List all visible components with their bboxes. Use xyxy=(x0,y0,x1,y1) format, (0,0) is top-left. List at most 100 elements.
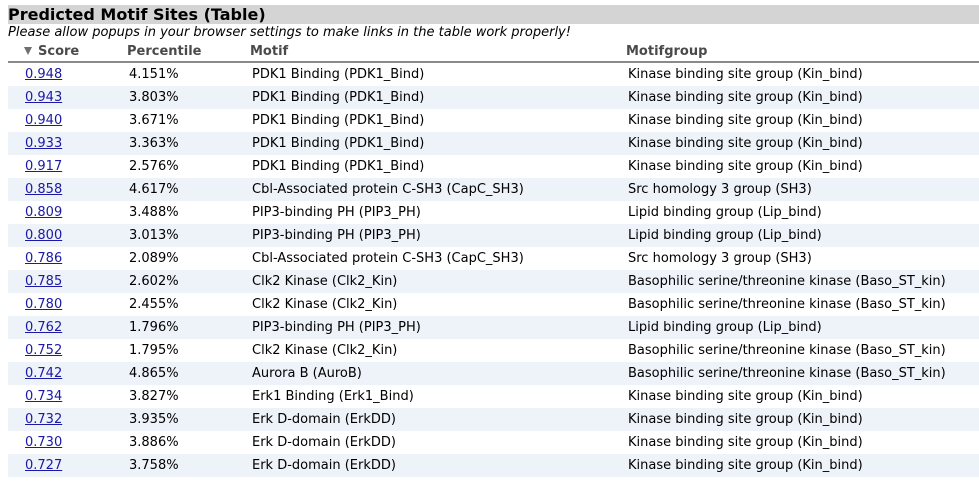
percentile-cell: 1.795% xyxy=(129,343,179,358)
column-header-motif[interactable]: Motif xyxy=(250,42,288,61)
motif-cell: PDK1 Binding (PDK1_Bind) xyxy=(252,90,425,105)
column-header-score[interactable]: Score xyxy=(24,42,79,61)
motifgroup-cell: Kinase binding site group (Kin_bind) xyxy=(628,159,863,174)
table-row: 0.940 3.671% PDK1 Binding (PDK1_Bind) Kinas… xyxy=(8,109,979,132)
score-link[interactable]: 0.809 xyxy=(25,201,62,224)
percentile-cell: 2.602% xyxy=(129,274,179,289)
score-link[interactable]: 0.948 xyxy=(25,63,62,86)
table-row: 0.730 3.886% Erk D-domain (ErkDD) Kinase bi… xyxy=(8,431,979,454)
percentile-cell: 3.671% xyxy=(129,113,179,128)
column-header-motifgroup[interactable]: Motifgroup xyxy=(626,42,707,61)
score-link[interactable]: 0.762 xyxy=(25,316,62,339)
popup-notice: Please allow popups in your browser sett… xyxy=(8,25,571,40)
motif-cell: PIP3-binding PH (PIP3_PH) xyxy=(252,205,421,220)
motifgroup-cell: Basophilic serine/threonine kinase (Baso… xyxy=(628,343,946,358)
percentile-cell: 3.935% xyxy=(129,412,179,427)
motif-cell: Erk1 Binding (Erk1_Bind) xyxy=(252,389,414,404)
percentile-cell: 3.363% xyxy=(129,136,179,151)
score-link[interactable]: 0.732 xyxy=(25,408,62,431)
motif-cell: PIP3-binding PH (PIP3_PH) xyxy=(252,320,421,335)
sort-descending-icon xyxy=(24,47,32,55)
motif-cell: Clk2 Kinase (Clk2_Kin) xyxy=(252,343,398,358)
motif-cell: Aurora B (AuroB) xyxy=(252,366,362,381)
table-body: 0.948 4.151% PDK1 Binding (PDK1_Bind) Kinas… xyxy=(8,63,979,477)
motif-cell: Erk D-domain (ErkDD) xyxy=(252,435,396,450)
score-link[interactable]: 0.727 xyxy=(25,454,62,477)
motif-cell: PDK1 Binding (PDK1_Bind) xyxy=(252,67,425,82)
percentile-cell: 2.089% xyxy=(129,251,179,266)
percentile-cell: 3.758% xyxy=(129,458,179,473)
score-link[interactable]: 0.933 xyxy=(25,132,62,155)
percentile-cell: 4.617% xyxy=(129,182,179,197)
motifgroup-cell: Kinase binding site group (Kin_bind) xyxy=(628,136,863,151)
motif-cell: PDK1 Binding (PDK1_Bind) xyxy=(252,159,425,174)
table-row: 0.752 1.795% Clk2 Kinase (Clk2_Kin) Basophi… xyxy=(8,339,979,362)
score-link[interactable]: 0.917 xyxy=(25,155,62,178)
percentile-cell: 3.488% xyxy=(129,205,179,220)
motifgroup-cell: Kinase binding site group (Kin_bind) xyxy=(628,412,863,427)
motif-cell: PIP3-binding PH (PIP3_PH) xyxy=(252,228,421,243)
score-link[interactable]: 0.940 xyxy=(25,109,62,132)
score-link[interactable]: 0.800 xyxy=(25,224,62,247)
motif-cell: Erk D-domain (ErkDD) xyxy=(252,412,396,427)
motif-cell: PDK1 Binding (PDK1_Bind) xyxy=(252,136,425,151)
motifgroup-cell: Kinase binding site group (Kin_bind) xyxy=(628,458,863,473)
table-row: 0.762 1.796% PIP3-binding PH (PIP3_PH) Lipi… xyxy=(8,316,979,339)
table-row: 0.933 3.363% PDK1 Binding (PDK1_Bind) Kinas… xyxy=(8,132,979,155)
motifgroup-cell: Kinase binding site group (Kin_bind) xyxy=(628,435,863,450)
motifgroup-cell: Lipid binding group (Lip_bind) xyxy=(628,320,822,335)
score-link[interactable]: 0.742 xyxy=(25,362,62,385)
table-row: 0.727 3.758% Erk D-domain (ErkDD) Kinase bi… xyxy=(8,454,979,477)
score-link[interactable]: 0.858 xyxy=(25,178,62,201)
motif-cell: Cbl-Associated protein C-SH3 (CapC_SH3) xyxy=(252,182,524,197)
percentile-cell: 2.576% xyxy=(129,159,179,174)
motif-cell: Cbl-Associated protein C-SH3 (CapC_SH3) xyxy=(252,251,524,266)
table-header: Score Percentile Motif Motifgroup xyxy=(8,42,979,63)
score-link[interactable]: 0.786 xyxy=(25,247,62,270)
percentile-cell: 3.886% xyxy=(129,435,179,450)
table-row: 0.786 2.089% Cbl-Associated protein C-SH3 … xyxy=(8,247,979,270)
percentile-cell: 4.151% xyxy=(129,67,179,82)
score-link[interactable]: 0.752 xyxy=(25,339,62,362)
motif-cell: Clk2 Kinase (Clk2_Kin) xyxy=(252,297,398,312)
score-link[interactable]: 0.780 xyxy=(25,293,62,316)
motifgroup-cell: Kinase binding site group (Kin_bind) xyxy=(628,67,863,82)
motifgroup-cell: Lipid binding group (Lip_bind) xyxy=(628,205,822,220)
motifgroup-cell: Kinase binding site group (Kin_bind) xyxy=(628,90,863,105)
score-link[interactable]: 0.730 xyxy=(25,431,62,454)
percentile-cell: 1.796% xyxy=(129,320,179,335)
table-row: 0.948 4.151% PDK1 Binding (PDK1_Bind) Kinas… xyxy=(8,63,979,86)
table-row: 0.858 4.617% Cbl-Associated protein C-SH3 … xyxy=(8,178,979,201)
percentile-cell: 4.865% xyxy=(129,366,179,381)
score-link[interactable]: 0.943 xyxy=(25,86,62,109)
table-row: 0.732 3.935% Erk D-domain (ErkDD) Kinase bi… xyxy=(8,408,979,431)
motif-cell: Clk2 Kinase (Clk2_Kin) xyxy=(252,274,398,289)
score-link[interactable]: 0.734 xyxy=(25,385,62,408)
motifgroup-cell: Src homology 3 group (SH3) xyxy=(628,251,812,266)
table-row: 0.809 3.488% PIP3-binding PH (PIP3_PH) Lipi… xyxy=(8,201,979,224)
motifgroup-cell: Lipid binding group (Lip_bind) xyxy=(628,228,822,243)
motifgroup-cell: Basophilic serine/threonine kinase (Baso… xyxy=(628,274,946,289)
column-header-score-label: Score xyxy=(38,44,80,59)
percentile-cell: 3.827% xyxy=(129,389,179,404)
score-link[interactable]: 0.785 xyxy=(25,270,62,293)
motifgroup-cell: Kinase binding site group (Kin_bind) xyxy=(628,389,863,404)
motif-cell: Erk D-domain (ErkDD) xyxy=(252,458,396,473)
motifgroup-cell: Kinase binding site group (Kin_bind) xyxy=(628,113,863,128)
percentile-cell: 3.803% xyxy=(129,90,179,105)
table-row: 0.917 2.576% PDK1 Binding (PDK1_Bind) Kinas… xyxy=(8,155,979,178)
section-title-bar: Predicted Motif Sites (Table) xyxy=(8,5,979,24)
percentile-cell: 3.013% xyxy=(129,228,179,243)
column-header-percentile[interactable]: Percentile xyxy=(127,42,201,61)
table-row: 0.800 3.013% PIP3-binding PH (PIP3_PH) Lipi… xyxy=(8,224,979,247)
table-row: 0.742 4.865% Aurora B (AuroB) Basophilic se… xyxy=(8,362,979,385)
table-row: 0.943 3.803% PDK1 Binding (PDK1_Bind) Kinas… xyxy=(8,86,979,109)
percentile-cell: 2.455% xyxy=(129,297,179,312)
table-row: 0.785 2.602% Clk2 Kinase (Clk2_Kin) Basophi… xyxy=(8,270,979,293)
table-row: 0.780 2.455% Clk2 Kinase (Clk2_Kin) Basophi… xyxy=(8,293,979,316)
motif-sites-table: Score Percentile Motif Motifgroup 0.948 4… xyxy=(8,42,979,477)
page-title: Predicted Motif Sites (Table) xyxy=(8,5,266,24)
motifgroup-cell: Src homology 3 group (SH3) xyxy=(628,182,812,197)
table-row: 0.734 3.827% Erk1 Binding (Erk1_Bind) Kinas… xyxy=(8,385,979,408)
motif-cell: PDK1 Binding (PDK1_Bind) xyxy=(252,113,425,128)
